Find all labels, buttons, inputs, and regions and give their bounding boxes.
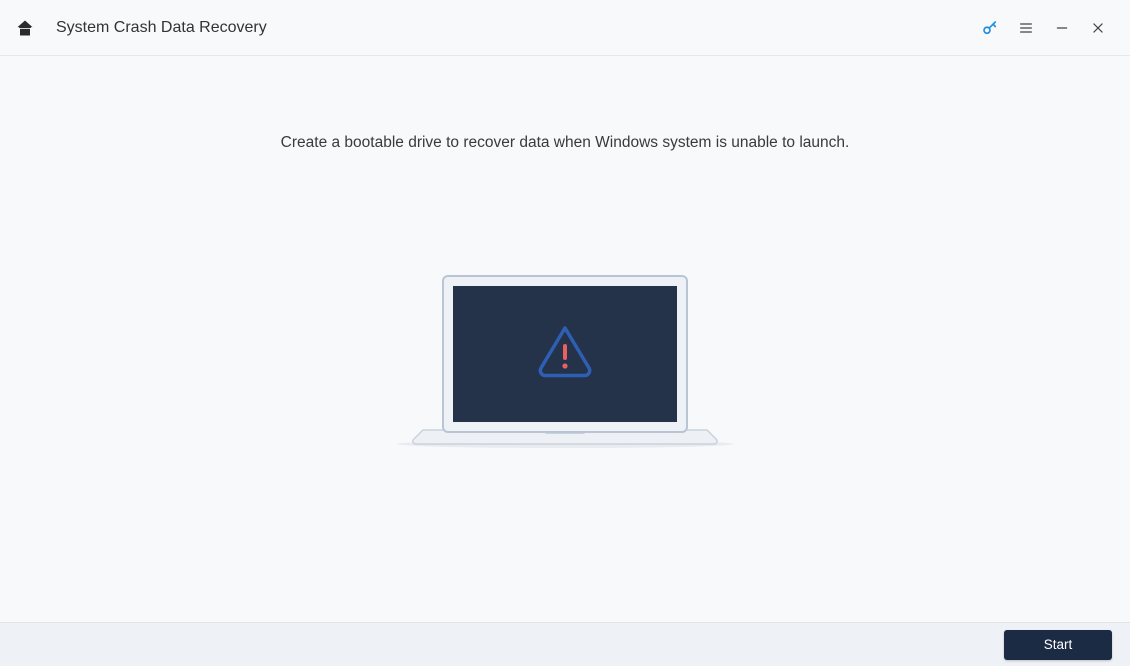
laptop-crash-illustration (395, 272, 735, 457)
minimize-button[interactable] (1044, 10, 1080, 46)
footer-bar: Start (0, 622, 1130, 666)
start-button[interactable]: Start (1004, 630, 1112, 660)
subtitle-text: Create a bootable drive to recover data … (281, 134, 850, 152)
app-window: System Crash Data Recovery (0, 0, 1130, 666)
key-icon[interactable] (972, 10, 1008, 46)
titlebar: System Crash Data Recovery (0, 0, 1130, 56)
menu-icon[interactable] (1008, 10, 1044, 46)
page-title: System Crash Data Recovery (56, 19, 267, 37)
close-button[interactable] (1080, 10, 1116, 46)
home-icon[interactable] (14, 17, 36, 39)
content-area: Create a bootable drive to recover data … (0, 56, 1130, 622)
